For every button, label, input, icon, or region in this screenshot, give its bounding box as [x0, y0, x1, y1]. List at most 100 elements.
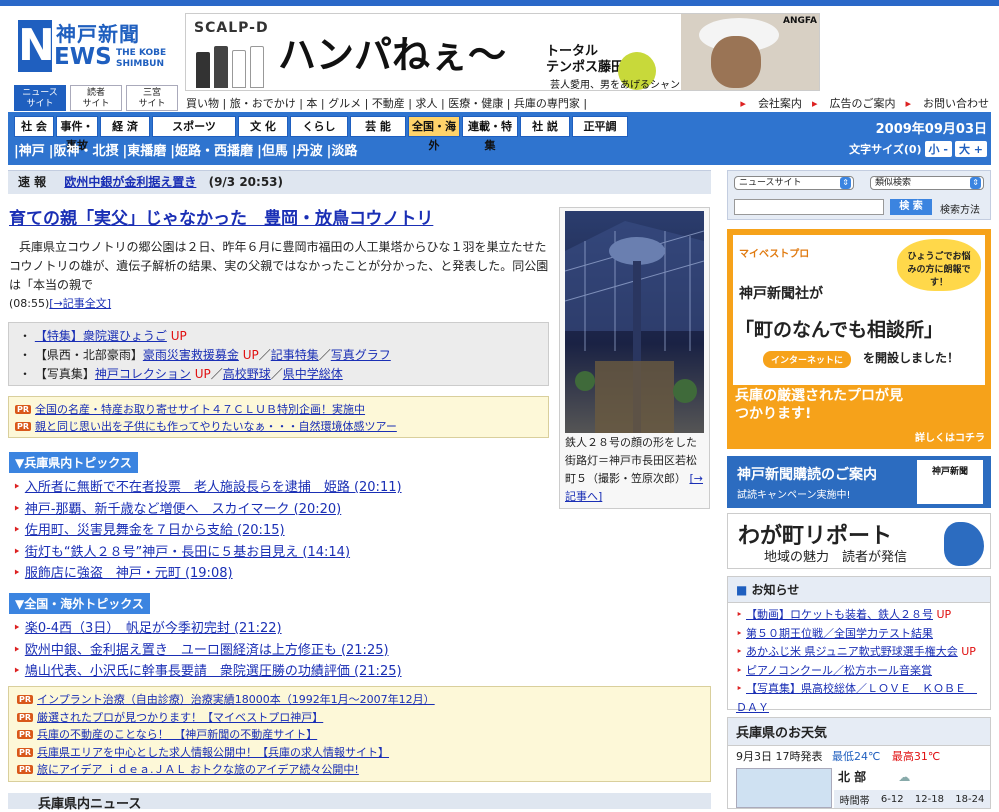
pr-link[interactable]: 兵庫の不動産のことなら！ 【神戸新聞の不動産サイト】: [37, 728, 317, 741]
pr-tag: PR: [17, 695, 34, 704]
cat-link-travel[interactable]: 旅・おでかけ: [230, 97, 296, 110]
weather-radar-map[interactable]: [736, 768, 832, 808]
nav-economy[interactable]: 経 済: [100, 116, 150, 137]
town-report-ad[interactable]: わが町リポート 地域の魅力 読者が発信: [727, 513, 991, 569]
tab-reader-site[interactable]: 読者 サイト: [70, 85, 122, 111]
pr-link[interactable]: 親と同じ思い出を子供にも作ってやりたいなぁ・・・自然環境体感ツアー: [35, 420, 397, 433]
region-kobe[interactable]: 神戸: [19, 144, 45, 159]
tab-sannomiya-site[interactable]: 三宮 サイト: [126, 85, 178, 111]
topic-link[interactable]: 街灯も“鉄人２８号”神戸・長田に５基お目見え (14:14): [25, 545, 350, 560]
region-tobanma[interactable]: 東播磨: [127, 144, 166, 159]
tetsujin-streetlight-photo[interactable]: [565, 211, 704, 433]
search-button[interactable]: 検 索: [890, 199, 932, 215]
pr-link[interactable]: 全国の名産・特産お取り寄せサイト４７ＣＬＵＢ特別企画！実施中: [35, 403, 365, 416]
cat-link-experts[interactable]: 兵庫の専門家: [514, 97, 580, 110]
cat-link-health[interactable]: 医療・健康: [448, 97, 503, 110]
nav-entertainment[interactable]: 芸 能: [350, 116, 406, 137]
pr-item: PR 兵庫の不動産のことなら！ 【神戸新聞の不動産サイト】: [17, 726, 702, 744]
special-link[interactable]: 神戸コレクション: [95, 367, 191, 381]
topic-link[interactable]: 神戸-那覇、新千歳など増便へ スカイマーク (20:20): [25, 502, 341, 517]
weather-time-header: 時間帯 6-12 12-18 18-24: [834, 790, 990, 808]
weather-col: 12-18: [914, 793, 944, 805]
pr-link[interactable]: インプラント治療（自由診療）治療実績18000本（1992年1月〜2007年12…: [37, 693, 435, 706]
full-article-link[interactable]: [→記事全文]: [49, 297, 111, 310]
cat-link-books[interactable]: 本: [306, 97, 317, 110]
search-input[interactable]: [734, 199, 884, 215]
region-tamba[interactable]: 丹波: [297, 144, 323, 159]
weather-region: 北 部 ☁: [838, 768, 988, 785]
pr-link[interactable]: 旅にアイデア ｉｄｅａ.ＪＡＬ おトクな旅のアイデア続々公開中!: [37, 763, 359, 776]
cat-link-realestate[interactable]: 不動産: [372, 97, 405, 110]
logo-initial: N: [18, 20, 55, 72]
cat-link-jobs[interactable]: 求人: [416, 97, 438, 110]
pr-link[interactable]: 厳選されたプロが見つかります！【マイベストプロ神戸】: [37, 711, 323, 724]
company-info-link[interactable]: ▸ 会社案内: [740, 97, 802, 110]
font-size-control: 文字サイズ(0) 小 -大 +: [849, 141, 987, 157]
link-label: お問い合わせ: [923, 97, 989, 110]
advertising-link[interactable]: ▸ 広告のご案内: [812, 97, 896, 110]
nav-sports[interactable]: スポーツ: [152, 116, 236, 137]
cat-link-shopping[interactable]: 買い物: [186, 97, 219, 110]
breaking-label: 速 報: [18, 175, 47, 189]
list-item: 第５０期王位戦／全国学力テスト結果: [736, 625, 982, 644]
special-link[interactable]: 県中学総体: [283, 367, 343, 381]
nav-editorial[interactable]: 社 説: [520, 116, 570, 137]
notice-link[interactable]: 【動画】ロケットも装着、鉄人２８号: [746, 608, 933, 621]
list-item: 服飾店に強盗 神戸・元町 (19:08): [13, 563, 402, 585]
topic-link[interactable]: 楽0-4西（3日） 帆足が今季初完封 (21:22): [25, 621, 282, 636]
region-himeji[interactable]: 姫路・西播磨: [175, 144, 253, 159]
nav-national-world[interactable]: 全国・海外: [408, 116, 460, 152]
topic-link[interactable]: 欧州中銀、金利据え置き ユーロ圏経済は上方修正も (21:25): [25, 643, 389, 658]
shampoo-bottles-image: [196, 42, 266, 88]
search-help-link[interactable]: 検索方法: [940, 201, 980, 216]
link-label: 会社案内: [757, 97, 802, 110]
special-link[interactable]: 高校野球: [223, 367, 271, 381]
region-tajima[interactable]: 但馬: [262, 144, 288, 159]
special-link[interactable]: 記事特集: [271, 348, 319, 362]
topic-link[interactable]: 入所者に無断で不在者投票 老人施設長らを逮捕 姫路 (20:11): [25, 480, 402, 495]
special-link[interactable]: 豪雨災害救援募金: [143, 348, 239, 362]
font-larger-button[interactable]: 大 +: [954, 141, 987, 157]
list-item: 街灯も“鉄人２８号”神戸・長田に５基お目見え (14:14): [13, 542, 402, 564]
notice-link[interactable]: 【写真集】県高校総体／ＬＯＶＥ ＫＯＢＥ ＤＡＹ: [736, 682, 977, 714]
nav-incidents[interactable]: 事件・事故: [56, 116, 98, 152]
mybestpro-logo: マイベストプロ: [739, 249, 810, 260]
breaking-news-bar: 速 報 欧州中銀が金利据え置き (9/3 20:53): [8, 170, 711, 194]
list-item: 【写真集】県高校総体／ＬＯＶＥ ＫＯＢＥ ＤＡＹ: [736, 680, 982, 717]
mybestpro-ad-content: マイベストプロ ひょうごでお悩みの方に朗報です！ 神戸新聞社が 「町のなんでも相…: [733, 235, 985, 385]
search-mode-select[interactable]: 類似検索: [870, 176, 984, 190]
subscription-ad[interactable]: 神戸新聞購読のご案内 試読キャンペーン実施中! 神戸新聞: [727, 456, 991, 508]
nav-seiheicho[interactable]: 正平調: [572, 116, 628, 137]
nav-series[interactable]: 連載・特集: [462, 116, 518, 152]
topic-link[interactable]: 鳩山代表、小沢氏に幹事長要請 衆院選圧勝の功績評価 (21:25): [25, 664, 402, 679]
contact-link[interactable]: ▸ お問い合わせ: [905, 97, 989, 110]
notice-link[interactable]: ピアノコンクール／松方ホール音楽賞: [746, 664, 932, 677]
tab-news-site[interactable]: ニュース サイト: [14, 85, 66, 111]
site-select[interactable]: ニュースサイト: [734, 176, 854, 190]
notice-link[interactable]: あかふじ米 県ジュニア軟式野球選手権大会: [746, 645, 958, 658]
cloud-icon: ☁: [898, 770, 911, 784]
font-smaller-button[interactable]: 小 -: [924, 141, 952, 157]
pr-item: PR 厳選されたプロが見つかります！【マイベストプロ神戸】: [17, 709, 702, 727]
special-prefix: 【県西・北部豪雨】: [34, 348, 143, 362]
main-headline-link[interactable]: 育ての親「実父」じゃなかった 豊岡・放鳥コウノトリ: [9, 209, 433, 229]
cat-link-gourmet[interactable]: グルメ: [328, 97, 361, 110]
pr-link[interactable]: 兵庫県エリアを中心とした求人情報公開中！【兵庫の求人情報サイト】: [37, 746, 389, 759]
header-ad-banner[interactable]: SCALP-D ハンパねぇ〜 トータル テンポス藤田 芸人愛用、男をあげるシャンプ…: [185, 13, 820, 91]
up-badge: UP: [242, 348, 259, 362]
nav-culture[interactable]: 文 化: [238, 116, 288, 137]
breaking-headline-link[interactable]: 欧州中銀が金利据え置き: [64, 175, 196, 189]
special-item: ・ 【写真集】神戸コレクション UP／高校野球／県中学総体: [19, 367, 343, 381]
special-link[interactable]: 写真グラフ: [331, 348, 391, 362]
topic-link[interactable]: 服飾店に強盗 神戸・元町 (19:08): [25, 566, 233, 581]
nav-society[interactable]: 社 会: [14, 116, 54, 137]
mybestpro-ad[interactable]: マイベストプロ ひょうごでお悩みの方に朗報です！ 神戸新聞社が 「町のなんでも相…: [727, 229, 991, 449]
region-awaji[interactable]: 淡路: [331, 144, 357, 159]
nav-life[interactable]: くらし: [290, 116, 348, 137]
tab-label: ニュース: [22, 88, 58, 98]
special-link[interactable]: 【特集】衆院選ひょうご: [35, 329, 167, 343]
topic-link[interactable]: 佐用町、災害見舞金を７日から支給 (20:15): [25, 523, 285, 538]
region-hanshin[interactable]: 阪神・北摂: [54, 144, 119, 159]
notice-link[interactable]: 第５０期王位戦／全国学力テスト結果: [746, 627, 933, 640]
kobe-shimbun-logo[interactable]: N 神戸新聞 EWS THE KOBE SHIMBUN: [18, 18, 173, 74]
